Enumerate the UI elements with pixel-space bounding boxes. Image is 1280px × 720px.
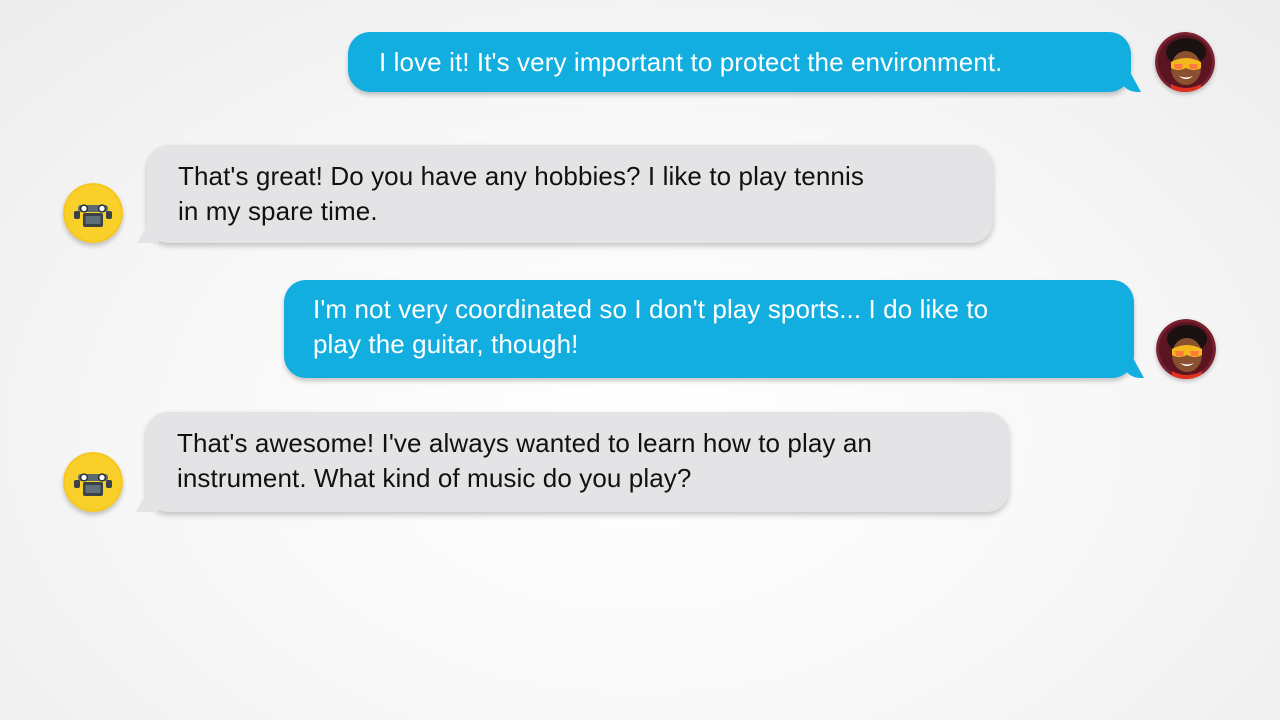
user-message-bubble[interactable]: I love it! It's very important to protec… — [348, 32, 1131, 92]
chat-thread: I love it! It's very important to protec… — [0, 0, 1280, 720]
bot-message-bubble[interactable]: That's great! Do you have any hobbies? I… — [147, 145, 993, 243]
message-text: That's awesome! I've always wanted to le… — [177, 428, 872, 493]
user-message-bubble[interactable]: I'm not very coordinated so I don't play… — [284, 280, 1134, 378]
user-avatar-icon[interactable] — [1156, 319, 1216, 379]
message-text: I love it! It's very important to protec… — [379, 47, 1003, 77]
bot-avatar-icon[interactable] — [63, 183, 123, 243]
message-text: I'm not very coordinated so I don't play… — [313, 294, 989, 359]
message-text: That's great! Do you have any hobbies? I… — [178, 161, 864, 226]
bot-message-bubble[interactable]: That's awesome! I've always wanted to le… — [146, 412, 1009, 512]
user-avatar-icon[interactable] — [1155, 32, 1215, 92]
bot-avatar-icon[interactable] — [63, 452, 123, 512]
